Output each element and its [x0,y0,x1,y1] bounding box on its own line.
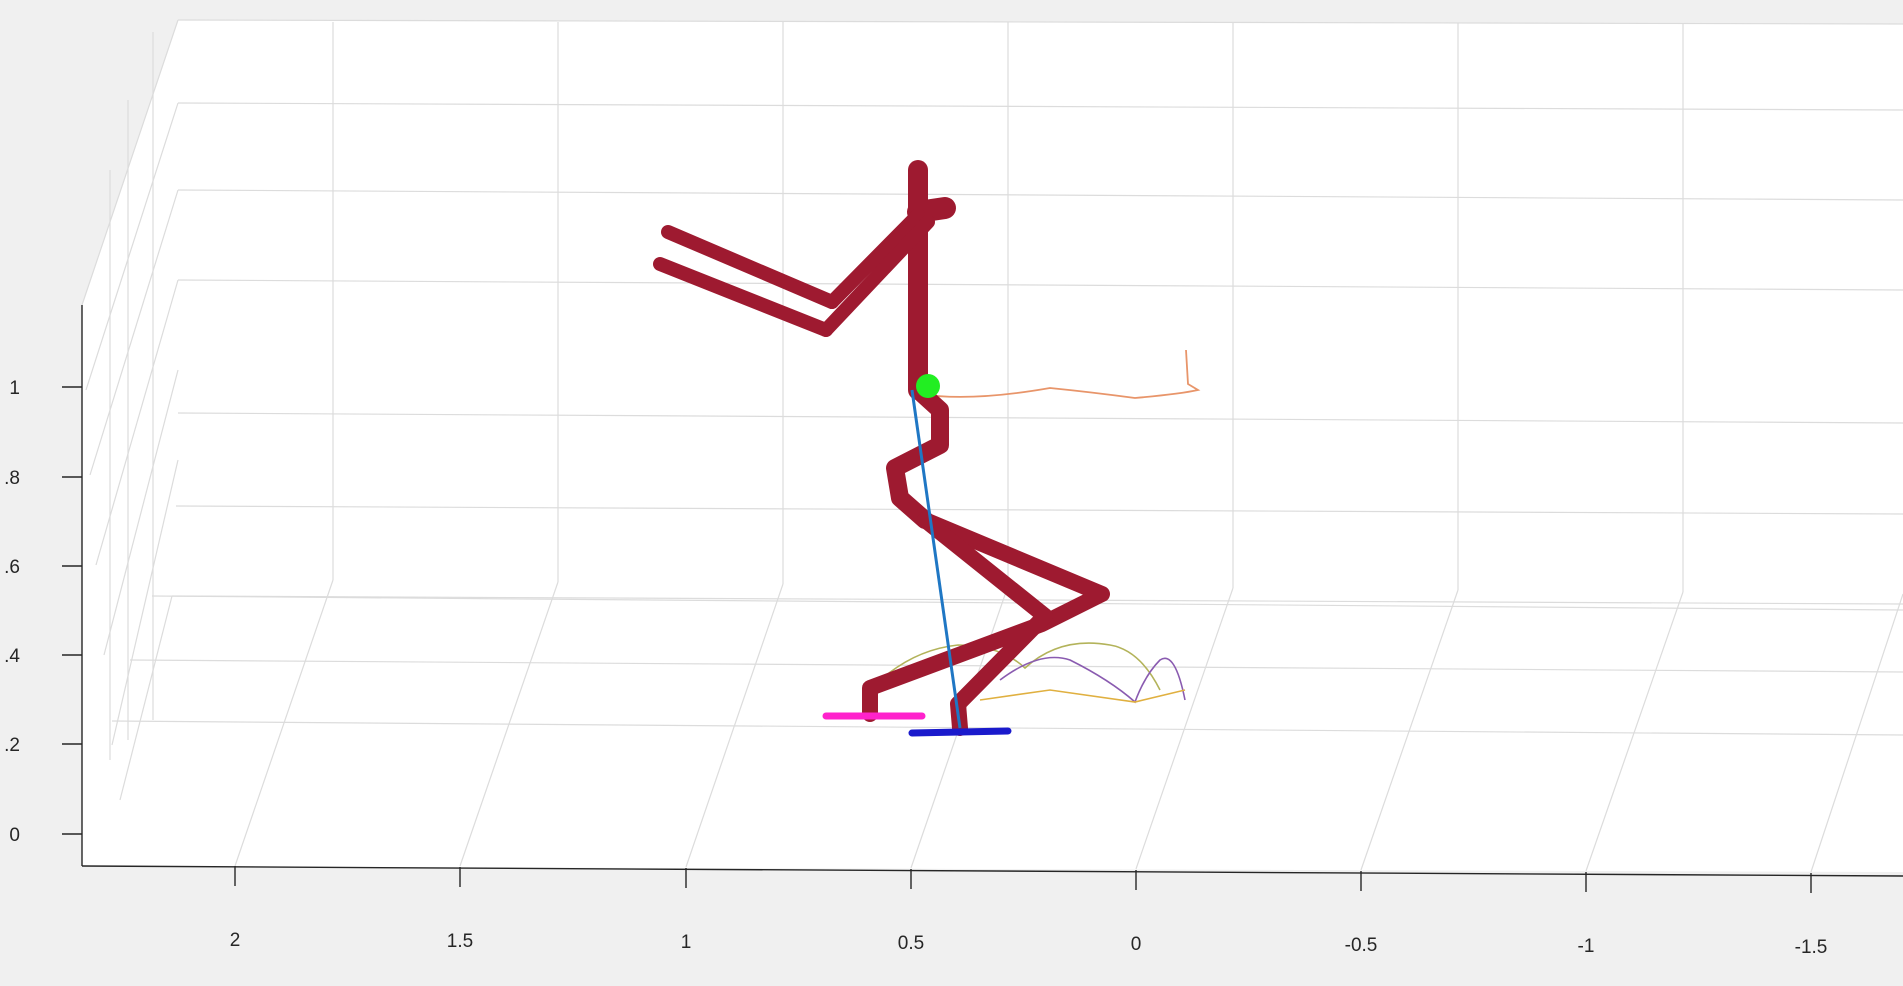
x-axis-ticks: 2 1.5 1 0.5 0 -0.5 -1 -1.5 [230,866,1828,958]
x-tick-label: 0 [1131,934,1142,955]
z-tick-label: 1 [9,378,20,399]
figure-canvas: 0 .2 .4 .6 .8 1 2 1.5 1 0.5 0 -0.5 -1 -1… [4,19,1903,958]
x-tick-label: 2 [230,930,241,951]
z-tick-label: .4 [4,646,20,667]
z-tick-label: .8 [4,468,20,489]
center-of-mass-marker [916,374,940,398]
z-axis-ticks: 0 .2 .4 .6 .8 1 [4,378,82,846]
right-foot [908,727,1012,737]
z-tick-label: .6 [4,557,20,578]
x-tick-label: 0.5 [898,933,924,954]
z-tick-label: 0 [9,825,20,846]
z-tick-label: .2 [4,735,20,756]
x-tick-label: -1.5 [1795,937,1828,958]
x-tick-label: 1.5 [447,931,473,952]
x-tick-label: 1 [681,932,692,953]
x-tick-label: -0.5 [1345,935,1378,956]
x-tick-label: -1 [1578,936,1595,957]
